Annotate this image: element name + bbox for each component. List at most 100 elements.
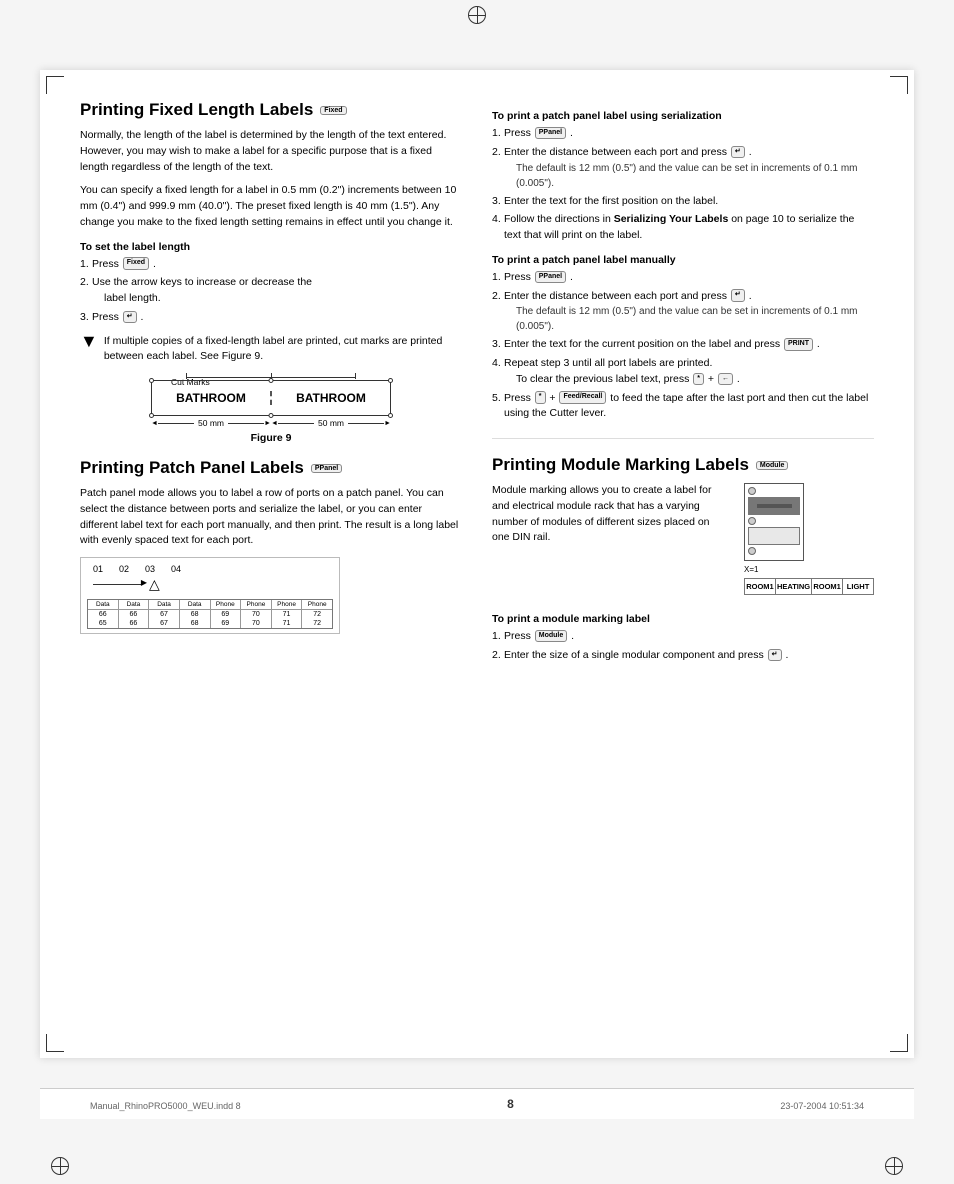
page-number: 8 bbox=[507, 1097, 514, 1111]
print-module-title: To print a module marking label bbox=[492, 613, 874, 625]
pb-3: 67 bbox=[149, 619, 180, 628]
set-label-length-steps: 1. Press Fixed . 2. Use the arrow keys t… bbox=[80, 257, 462, 326]
module-badge: Module bbox=[756, 461, 789, 470]
feed-recall-btn: Feed/Recall bbox=[559, 391, 606, 404]
patch-panel-figure: 01 02 03 04 ▶ △ Data bbox=[80, 557, 340, 634]
serial-step-1: 1. Press PPanel . bbox=[492, 126, 874, 142]
patch-panel-title: Printing Patch Panel Labels PPanel bbox=[80, 458, 462, 478]
right-column: To print a patch panel label using seria… bbox=[492, 100, 874, 672]
module-label-2: HEATING bbox=[776, 579, 812, 594]
backspace-btn: ← bbox=[718, 373, 733, 386]
patch-num-4: 04 bbox=[171, 564, 181, 574]
step-3-text: Press ↵ . bbox=[92, 311, 143, 323]
ppanel-btn-2: PPanel bbox=[535, 271, 566, 284]
module-slot-2 bbox=[748, 527, 800, 545]
corner-br bbox=[890, 1034, 908, 1052]
patch-panel-body: Patch panel mode allows you to label a r… bbox=[80, 486, 462, 549]
patch-arrow-row: ▶ △ bbox=[87, 576, 333, 593]
manual-step-2: 2. Enter the distance between each port … bbox=[492, 289, 874, 335]
enter-btn-4: ↵ bbox=[768, 649, 782, 662]
enter-btn-3: ↵ bbox=[731, 289, 745, 302]
enter-btn-2: ↵ bbox=[731, 146, 745, 159]
module-steps: 1. Press Module . 2. Enter the size of a… bbox=[492, 629, 874, 664]
module-body-text: Module marking allows you to create a la… bbox=[492, 483, 728, 603]
top-crosshair bbox=[467, 5, 487, 25]
pb-2: 66 bbox=[119, 619, 150, 628]
left-column: Printing Fixed Length Labels Fixed Norma… bbox=[80, 100, 462, 672]
label-cell-left: BATHROOM bbox=[152, 391, 272, 405]
ph-6: Phone bbox=[241, 600, 272, 609]
fixed-length-body1: Normally, the length of the label is det… bbox=[80, 128, 462, 175]
manual-step-5: 5. Press * + Feed/Recall to feed the tap… bbox=[492, 391, 874, 423]
ph-3: Data bbox=[149, 600, 180, 609]
star-btn-2: * bbox=[535, 391, 546, 404]
module-label-1: ROOM1 bbox=[745, 579, 776, 594]
corner-bl bbox=[46, 1034, 64, 1052]
patch-data-row-top: 66 66 67 68 69 70 71 72 bbox=[88, 610, 332, 619]
serial-step-3: 3. Enter the text for the first position… bbox=[492, 194, 874, 210]
manual-steps: 1. Press PPanel . 2. Enter the distance … bbox=[492, 270, 874, 422]
serial-step-2: 2. Enter the distance between each port … bbox=[492, 145, 874, 191]
ph-8: Phone bbox=[302, 600, 332, 609]
patch-data-row-bottom: 65 66 67 68 69 70 71 72 bbox=[88, 619, 332, 628]
manual-step-4: 4. Repeat step 3 until all port labels a… bbox=[492, 356, 874, 388]
footer-date: 23-07-2004 10:51:34 bbox=[780, 1101, 864, 1111]
two-column-layout: Printing Fixed Length Labels Fixed Norma… bbox=[80, 100, 874, 672]
top-margin bbox=[0, 0, 954, 40]
module-btn: Module bbox=[535, 630, 568, 643]
pb-8: 72 bbox=[302, 619, 332, 628]
patch-numbers-row: 01 02 03 04 bbox=[87, 562, 333, 576]
pd-8: 72 bbox=[302, 610, 332, 619]
pd-2: 66 bbox=[119, 610, 150, 619]
pb-6: 70 bbox=[241, 619, 272, 628]
pd-5: 69 bbox=[211, 610, 242, 619]
pd-7: 71 bbox=[272, 610, 303, 619]
module-label-4: LIGHT bbox=[843, 579, 873, 594]
label-cell-right: BATHROOM bbox=[272, 391, 390, 405]
fixed-badge: Fixed bbox=[320, 106, 346, 115]
step-1-text: Press Fixed . bbox=[92, 258, 156, 270]
ph-2: Data bbox=[119, 600, 150, 609]
section-divider bbox=[492, 438, 874, 439]
note-icon: ▼ bbox=[80, 332, 98, 350]
print-btn: PRINT bbox=[784, 338, 813, 351]
ph-7: Phone bbox=[272, 600, 303, 609]
manual-step-3: 3. Enter the text for the current positi… bbox=[492, 337, 874, 353]
patch-data-table: Data Data Data Data Phone Phone Phone Ph… bbox=[87, 599, 333, 629]
module-label-strip: ROOM1 HEATING ROOM1 LIGHT bbox=[744, 578, 874, 595]
module-marking-title-text: Printing Module Marking Labels bbox=[492, 455, 749, 475]
ph-1: Data bbox=[88, 600, 119, 609]
module-figure: X=1 ROOM1 HEATING ROOM1 LIGHT bbox=[744, 483, 874, 595]
patch-panel-title-text: Printing Patch Panel Labels bbox=[80, 458, 304, 478]
page-wrapper: Printing Fixed Length Labels Fixed Norma… bbox=[0, 0, 954, 1184]
label-strip: BATHROOM BATHROOM bbox=[151, 380, 391, 416]
enter-btn-1: ↵ bbox=[123, 311, 137, 324]
ppanel-badge: PPanel bbox=[311, 464, 342, 473]
module-section-body: Module marking allows you to create a la… bbox=[492, 483, 874, 603]
bottom-left-crosshair bbox=[50, 1156, 70, 1176]
figure-9: Cut Marks bbox=[80, 377, 462, 444]
module-body-paragraph: Module marking allows you to create a la… bbox=[492, 483, 728, 546]
fixed-length-note: ▼ If multiple copies of a fixed-length l… bbox=[80, 334, 462, 366]
patch-num-2: 02 bbox=[119, 564, 129, 574]
manual-section-title: To print a patch panel label manually bbox=[492, 254, 874, 266]
serial-step-4: 4. Follow the directions in Serializing … bbox=[492, 212, 874, 244]
module-slot-1 bbox=[748, 497, 800, 515]
page-footer: Manual_RhinoPRO5000_WEU.indd 8 8 23-07-2… bbox=[40, 1088, 914, 1119]
module-rack bbox=[744, 483, 804, 561]
figure-caption: Figure 9 bbox=[80, 432, 462, 444]
module-marking-title: Printing Module Marking Labels Module bbox=[492, 455, 874, 475]
pb-4: 68 bbox=[180, 619, 211, 628]
footer-filename: Manual_RhinoPRO5000_WEU.indd 8 bbox=[90, 1101, 241, 1111]
pb-7: 71 bbox=[272, 619, 303, 628]
patch-num-3: 03 bbox=[145, 564, 155, 574]
ph-4: Data bbox=[180, 600, 211, 609]
dimension-line: ◄ 50 mm ► ◄ 50 mm ► bbox=[151, 418, 391, 428]
bottom-right-crosshair bbox=[884, 1156, 904, 1176]
ppanel-btn-1: PPanel bbox=[535, 127, 566, 140]
module-x-label: X=1 bbox=[744, 565, 874, 574]
step-1: 1. Press Fixed . bbox=[80, 257, 462, 273]
note-text: If multiple copies of a fixed-length lab… bbox=[104, 334, 462, 366]
dim-right: 50 mm bbox=[314, 418, 348, 428]
page-content: Printing Fixed Length Labels Fixed Norma… bbox=[40, 70, 914, 1058]
